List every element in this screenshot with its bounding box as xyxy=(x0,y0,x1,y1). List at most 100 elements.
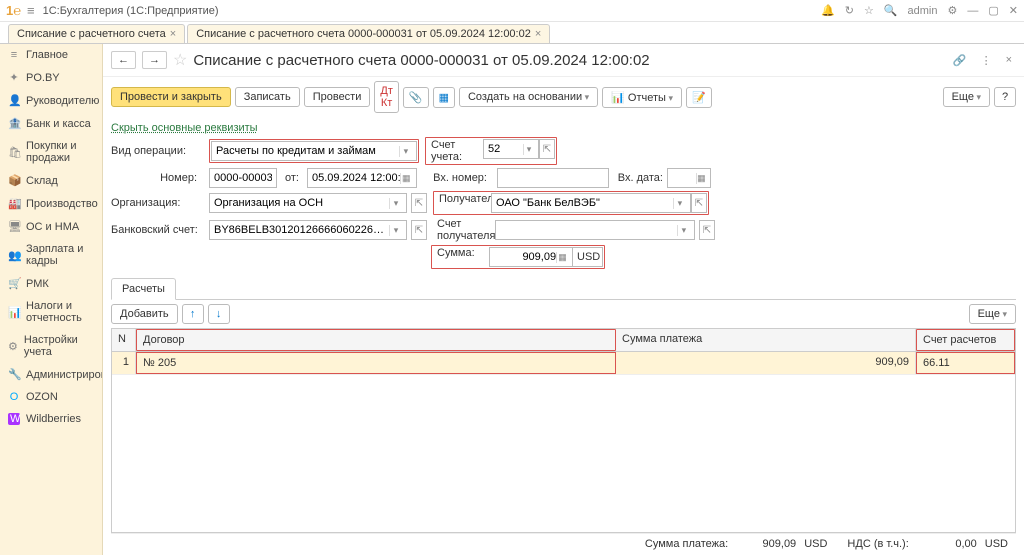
tab-close-icon[interactable]: × xyxy=(535,28,541,40)
maximize-icon[interactable]: ▢ xyxy=(988,4,998,17)
label: Получатель: xyxy=(435,193,491,213)
sidebar-item[interactable]: ≡Главное xyxy=(0,44,102,66)
close-icon[interactable]: ✕ xyxy=(1009,4,1018,17)
open-icon[interactable]: ⇱ xyxy=(411,193,427,213)
tab-close-icon[interactable]: × xyxy=(170,28,176,40)
date-input[interactable] xyxy=(312,172,400,184)
sidebar-item[interactable]: ✦PO.BY xyxy=(0,66,102,89)
wb-icon: W xyxy=(8,413,20,425)
more-button[interactable]: Еще xyxy=(943,87,990,107)
write-button[interactable]: Записать xyxy=(235,87,300,107)
cell-acc[interactable]: 66.11 xyxy=(916,352,1015,374)
table-row[interactable]: 1 № 205 909,09 66.11 xyxy=(112,352,1015,375)
menu-icon[interactable]: ≡ xyxy=(27,3,35,18)
dropdown-icon[interactable]: ▾ xyxy=(389,198,402,209)
open-icon[interactable]: ⇱ xyxy=(691,193,707,213)
sidebar-item[interactable]: 🛍Покупки и продажи xyxy=(0,135,102,169)
history-icon[interactable]: ↻ xyxy=(845,4,854,17)
search-icon[interactable]: 🔍 xyxy=(884,4,898,17)
back-button[interactable]: ← xyxy=(111,51,136,69)
dropdown-icon[interactable]: ▾ xyxy=(399,146,412,157)
cell-contract[interactable]: № 205 xyxy=(136,352,616,374)
op-type-input[interactable] xyxy=(216,145,399,157)
sidebar-item[interactable]: 📦Склад xyxy=(0,169,102,192)
app-logo: 1℮ xyxy=(6,3,21,18)
sidebar-item[interactable]: 🛒РМК xyxy=(0,272,102,295)
favorite-icon[interactable]: ☆ xyxy=(173,50,187,70)
payments-grid: N Договор Сумма платежа Счет расчетов 1 … xyxy=(111,328,1016,533)
dropdown-icon[interactable]: ▾ xyxy=(389,225,402,236)
sidebar-item[interactable]: WWildberries xyxy=(0,408,102,430)
sidebar-item[interactable]: OOZON xyxy=(0,386,102,408)
sidebar-item[interactable]: 🏭Производство xyxy=(0,192,102,215)
hide-main-link[interactable]: Скрыть основные реквизиты xyxy=(111,122,258,134)
reports-button[interactable]: 📊 Отчеты xyxy=(602,87,682,108)
notes-button[interactable]: 📝 xyxy=(686,87,712,108)
move-up-button[interactable]: ↑ xyxy=(182,304,204,324)
tab-payments[interactable]: Расчеты xyxy=(111,278,176,300)
in-number-input[interactable] xyxy=(502,172,604,184)
sidebar-item[interactable]: 🔧Администрирование xyxy=(0,363,102,386)
calendar-icon[interactable]: ▦ xyxy=(400,173,412,184)
sidebar-item[interactable]: 👥Зарплата и кадры xyxy=(0,238,102,272)
open-icon[interactable]: ⇱ xyxy=(539,139,555,159)
sidebar-item[interactable]: 👤Руководителю xyxy=(0,89,102,112)
tab-item[interactable]: Списание с расчетного счета 0000-000031 … xyxy=(187,24,550,43)
star-icon[interactable]: ☆ xyxy=(864,4,874,17)
menu-dots-icon[interactable]: ⋮ xyxy=(977,54,996,67)
org-input[interactable] xyxy=(214,197,389,209)
cell-sum: 909,09 xyxy=(616,352,916,374)
attach-button[interactable]: 📎 xyxy=(403,87,429,108)
sales-icon: 🛍 xyxy=(8,146,20,159)
col-acc[interactable]: Счет расчетов xyxy=(916,329,1015,351)
tab-item[interactable]: Списание с расчетного счета× xyxy=(8,24,185,43)
rec-acc-input[interactable] xyxy=(500,224,677,236)
number-input[interactable] xyxy=(214,172,272,184)
dropdown-icon[interactable]: ▾ xyxy=(523,144,534,155)
open-icon[interactable]: ⇱ xyxy=(411,220,427,240)
move-down-button[interactable]: ↓ xyxy=(208,304,230,324)
grid-more-button[interactable]: Еще xyxy=(969,304,1016,324)
minimize-icon[interactable]: — xyxy=(967,5,978,17)
label: Сумма: xyxy=(433,247,489,267)
warehouse-icon: 📦 xyxy=(8,174,20,187)
total-vat: 0,00 xyxy=(917,538,977,550)
calendar-icon[interactable]: ▦ xyxy=(696,173,706,184)
post-button[interactable]: Провести xyxy=(304,87,371,107)
col-n[interactable]: N xyxy=(112,329,136,351)
account-input[interactable] xyxy=(488,143,523,155)
dt-kt-button[interactable]: ДтКт xyxy=(374,81,399,113)
admin-icon: 🔧 xyxy=(8,368,20,381)
sidebar: ≡Главное ✦PO.BY 👤Руководителю 🏦Банк и ка… xyxy=(0,44,103,555)
calc-icon[interactable]: ▦ xyxy=(556,252,568,263)
link-icon[interactable]: 🔗 xyxy=(949,54,971,67)
sidebar-item[interactable]: ⚙Настройки учета xyxy=(0,329,102,363)
salary-icon: 👥 xyxy=(8,249,20,262)
close-page-icon[interactable]: × xyxy=(1002,54,1016,66)
open-icon[interactable]: ⇱ xyxy=(699,220,715,240)
dropdown-icon[interactable]: ▾ xyxy=(673,198,686,209)
home-icon: ≡ xyxy=(8,49,20,61)
bank-acc-input[interactable] xyxy=(214,224,389,236)
settings-icon[interactable]: ⚙ xyxy=(948,4,958,17)
add-button[interactable]: Добавить xyxy=(111,304,178,324)
post-and-close-button[interactable]: Провести и закрыть xyxy=(111,87,231,107)
create-basis-button[interactable]: Создать на основании xyxy=(459,87,598,107)
cell-n: 1 xyxy=(112,352,136,374)
label: Банковский счет: xyxy=(111,224,205,236)
dropdown-icon[interactable]: ▾ xyxy=(677,225,690,236)
sidebar-item[interactable]: 📊Налоги и отчетность xyxy=(0,295,102,329)
sidebar-item[interactable]: 🏦Банк и касса xyxy=(0,112,102,135)
forward-button[interactable]: → xyxy=(142,51,167,69)
sidebar-item[interactable]: 🖥ОС и НМА xyxy=(0,215,102,238)
recipient-input[interactable] xyxy=(496,197,673,209)
bell-icon[interactable]: 🔔 xyxy=(821,4,835,17)
col-contract[interactable]: Договор xyxy=(136,329,616,351)
user-name[interactable]: admin xyxy=(908,5,938,17)
help-button[interactable]: ? xyxy=(994,87,1016,107)
sum-input[interactable] xyxy=(494,251,556,263)
col-sum[interactable]: Сумма платежа xyxy=(616,329,916,351)
document-tabs: Списание с расчетного счета× Списание с … xyxy=(0,22,1024,44)
structure-button[interactable]: ▦ xyxy=(433,87,455,108)
in-date-input[interactable] xyxy=(672,172,696,184)
